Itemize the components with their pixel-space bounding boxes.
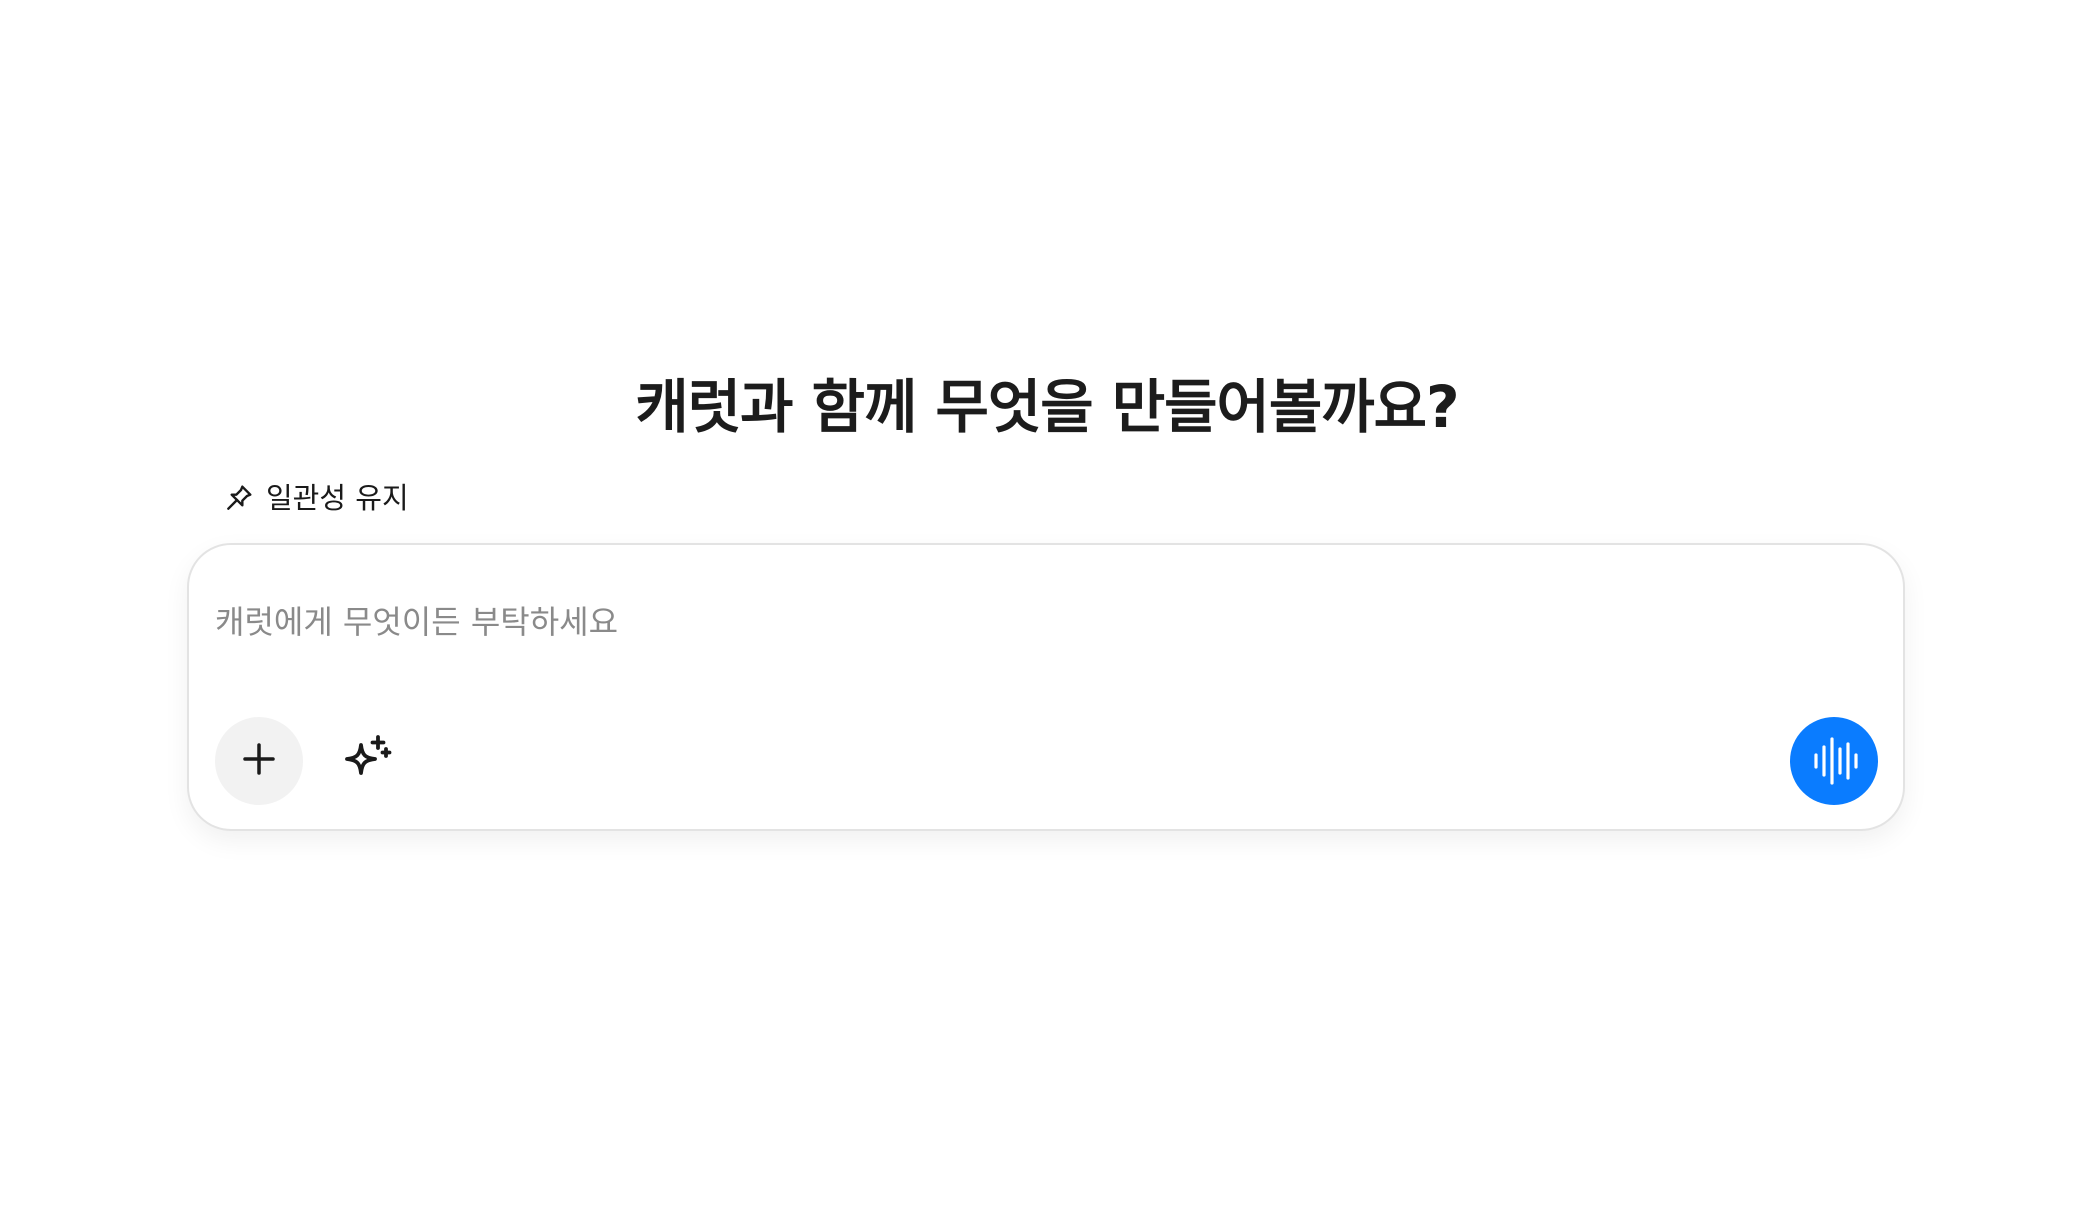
pin-icon bbox=[222, 481, 256, 515]
voice-input-button[interactable] bbox=[1790, 717, 1878, 805]
keep-consistency-label: 일관성 유지 bbox=[266, 481, 409, 515]
attach-button[interactable] bbox=[215, 717, 303, 805]
prompt-input[interactable] bbox=[215, 597, 1855, 647]
keep-consistency-toggle[interactable]: 일관성 유지 bbox=[222, 476, 409, 520]
enhance-prompt-button[interactable] bbox=[323, 717, 411, 805]
prompt-composer bbox=[187, 543, 1905, 831]
plus-icon bbox=[238, 738, 280, 784]
voice-button-background bbox=[1790, 717, 1878, 805]
page-title: 캐럿과 함께 무엇을 만들어볼까요? bbox=[635, 372, 1459, 441]
sparkles-icon bbox=[339, 731, 395, 791]
